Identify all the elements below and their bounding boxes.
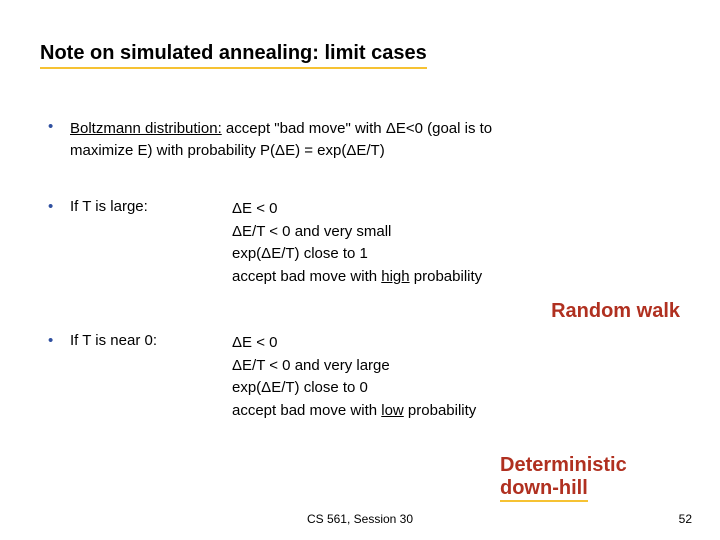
bullet-boltzmann: Boltzmann distribution: accept "bad move… <box>70 118 680 162</box>
large-line4a: accept bad move with <box>232 268 381 285</box>
bullet-icon: • <box>48 198 53 215</box>
near0-line1: ΔE < 0 <box>232 334 277 351</box>
footer-page-number: 52 <box>679 512 692 526</box>
label-t-near-zero: If T is near 0: <box>70 332 157 349</box>
bullet-icon: • <box>48 118 53 135</box>
large-line2: ΔE/T < 0 and very small <box>232 223 391 240</box>
slide-title: Note on simulated annealing: limit cases <box>40 42 427 69</box>
large-line4-high: high <box>381 268 409 285</box>
large-line1: ΔE < 0 <box>232 200 277 217</box>
near0-line4b: probability <box>404 402 477 419</box>
near0-line2: ΔE/T < 0 and very large <box>232 357 390 374</box>
slide: Note on simulated annealing: limit cases… <box>0 0 720 540</box>
near0-line3: exp(ΔE/T) close to 0 <box>232 379 368 396</box>
downhill-line2: down-hill <box>500 477 588 502</box>
large-line3: exp(ΔE/T) close to 1 <box>232 245 368 262</box>
boltzmann-rest2: maximize E) with probability P(ΔE) = exp… <box>70 142 385 159</box>
boltzmann-rest1: accept "bad move" with ΔE<0 (goal is to <box>222 120 492 137</box>
block-t-near-zero: ΔE < 0 ΔE/T < 0 and very large exp(ΔE/T)… <box>232 332 680 422</box>
large-line4b: probability <box>410 268 483 285</box>
downhill-line1: Deterministic <box>500 454 627 476</box>
label-deterministic-downhill: Deterministic down-hill <box>500 454 627 500</box>
footer-session: CS 561, Session 30 <box>0 512 720 526</box>
label-random-walk: Random walk <box>551 300 680 323</box>
bullet-icon: • <box>48 332 53 349</box>
term-boltzmann: Boltzmann distribution: <box>70 120 222 137</box>
label-t-large: If T is large: <box>70 198 148 215</box>
block-t-large: ΔE < 0 ΔE/T < 0 and very small exp(ΔE/T)… <box>232 198 680 288</box>
near0-line4-low: low <box>381 402 404 419</box>
near0-line4a: accept bad move with <box>232 402 381 419</box>
